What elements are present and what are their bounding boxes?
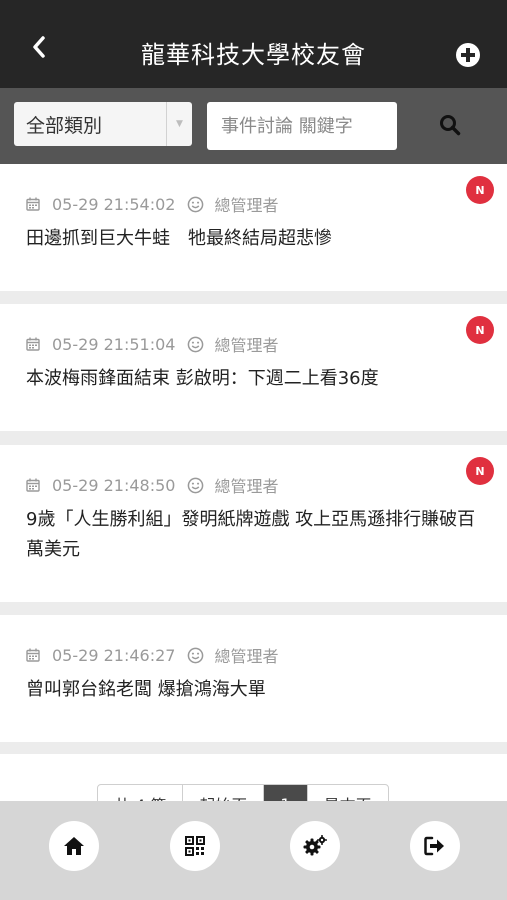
- chevron-down-icon: ▼: [166, 102, 192, 146]
- smile-icon: [188, 196, 204, 212]
- search-bar: 全部類別 ▼: [0, 88, 507, 164]
- post-title[interactable]: 9歲「人生勝利組」發明紙牌遊戲 攻上亞馬遜排行賺破百萬美元: [26, 505, 477, 565]
- keyword-search-input[interactable]: [207, 102, 397, 150]
- smile-icon: [188, 336, 204, 352]
- post-card[interactable]: 05-29 21:46:27 總管理者 曾叫郭台銘老闆 爆搶鴻海大單: [0, 615, 507, 742]
- post-card[interactable]: 05-29 21:48:50 總管理者 9歲「人生勝利組」發明紙牌遊戲 攻上亞馬…: [0, 445, 507, 602]
- post-datetime: 05-29 21:54:02: [52, 194, 176, 214]
- post-meta: 05-29 21:48:50 總管理者: [26, 473, 278, 497]
- new-badge: N: [466, 316, 494, 344]
- smile-icon: [188, 647, 204, 663]
- tab-logout[interactable]: [410, 821, 460, 871]
- post-author: 總管理者: [214, 647, 279, 666]
- gears-icon: [303, 835, 327, 856]
- sign-out-icon: [424, 836, 444, 856]
- post-author: 總管理者: [214, 196, 279, 215]
- category-select-value: 全部類別: [26, 114, 103, 137]
- add-post-button[interactable]: [455, 42, 481, 68]
- qrcode-icon: [185, 836, 205, 856]
- tab-qrcode[interactable]: [170, 821, 220, 871]
- page-title: 龍華科技大學校友會: [141, 41, 366, 69]
- post-datetime: 05-29 21:46:27: [52, 645, 176, 665]
- app-header: 龍華科技大學校友會: [0, 0, 507, 88]
- home-icon: [64, 837, 84, 855]
- calendar-icon: [26, 197, 40, 211]
- tab-settings[interactable]: [290, 821, 340, 871]
- post-datetime: 05-29 21:51:04: [52, 334, 176, 354]
- calendar-icon: [26, 337, 40, 351]
- category-select[interactable]: 全部類別 ▼: [14, 102, 192, 146]
- post-title[interactable]: 本波梅雨鋒面結束 彭啟明：下週二上看36度: [26, 364, 477, 394]
- calendar-icon: [26, 478, 40, 492]
- search-button[interactable]: [432, 110, 468, 140]
- post-title[interactable]: 田邊抓到巨大牛蛙 牠最終結局超悲慘: [26, 224, 477, 254]
- new-badge: N: [466, 457, 494, 485]
- calendar-icon: [26, 648, 40, 662]
- post-author: 總管理者: [214, 477, 279, 496]
- post-meta: 05-29 21:51:04 總管理者: [26, 332, 278, 356]
- plus-circle-icon: [456, 43, 480, 67]
- tab-home[interactable]: [49, 821, 99, 871]
- new-badge: N: [466, 176, 494, 204]
- post-card[interactable]: 05-29 21:54:02 總管理者 田邊抓到巨大牛蛙 牠最終結局超悲慘 N: [0, 164, 507, 291]
- post-title[interactable]: 曾叫郭台銘老闆 爆搶鴻海大單: [26, 675, 477, 705]
- smile-icon: [188, 477, 204, 493]
- post-meta: 05-29 21:46:27 總管理者: [26, 643, 278, 667]
- post-card[interactable]: 05-29 21:51:04 總管理者 本波梅雨鋒面結束 彭啟明：下週二上看36…: [0, 304, 507, 431]
- post-datetime: 05-29 21:48:50: [52, 475, 176, 495]
- bottom-tab-bar: [0, 801, 507, 900]
- post-meta: 05-29 21:54:02 總管理者: [26, 192, 278, 216]
- search-icon: [440, 115, 461, 136]
- post-author: 總管理者: [214, 336, 279, 355]
